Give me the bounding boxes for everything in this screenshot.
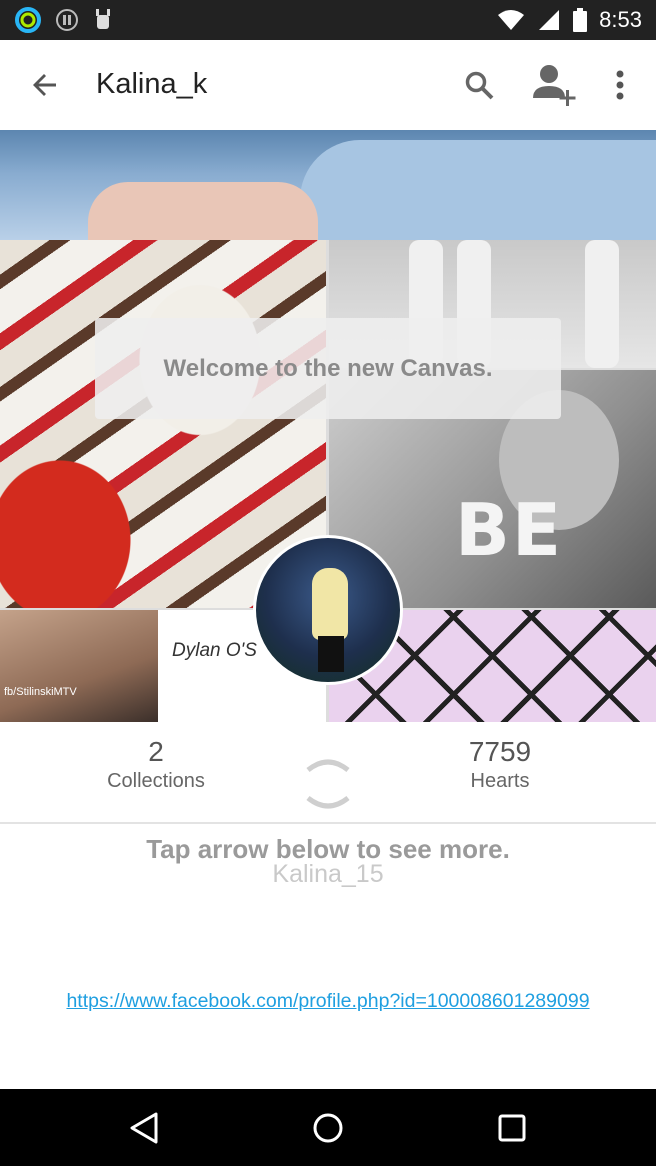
nav-recents-icon	[498, 1114, 526, 1142]
hearts-count: 7759	[468, 736, 532, 767]
avatar-figure	[312, 568, 348, 640]
status-icons-right: 8:53	[497, 0, 642, 40]
welcome-text: Welcome to the new Canvas.	[163, 354, 493, 382]
battery-icon	[573, 8, 588, 32]
nav-back-button[interactable]	[119, 1103, 169, 1153]
expand-toggle-button[interactable]	[302, 756, 354, 812]
avatar[interactable]	[253, 535, 403, 685]
more-options-button[interactable]	[600, 62, 640, 108]
navigation-bar	[0, 1089, 656, 1166]
pause-circle-icon	[56, 9, 78, 31]
dylan-portrait	[0, 610, 158, 722]
nav-home-icon	[313, 1113, 343, 1143]
back-arrow-icon	[33, 74, 56, 96]
expand-chevron-icon	[306, 759, 350, 809]
dylan-tag: fb/StilinskiMTV	[4, 686, 77, 698]
hand-shape	[88, 182, 318, 240]
divider	[0, 822, 656, 824]
search-icon	[465, 71, 494, 100]
dylan-caption: Dylan O'S	[172, 640, 257, 661]
be-text: BE	[455, 488, 564, 572]
ring-app-icon	[15, 7, 41, 33]
collections-label: Collections	[107, 770, 205, 792]
collections-stat[interactable]: 2 Collections	[56, 736, 256, 793]
nav-back-icon	[130, 1112, 158, 1144]
kinder-chocolate-photo[interactable]	[0, 240, 326, 608]
signal-icon	[539, 10, 560, 30]
collections-count: 2	[148, 736, 164, 767]
add-person-icon	[533, 65, 576, 106]
leg-shape	[585, 240, 619, 368]
profile-link[interactable]: https://www.facebook.com/profile.php?id=…	[0, 990, 656, 1013]
status-time: 8:53	[599, 7, 642, 32]
avatar-legs	[318, 636, 344, 672]
welcome-banner: Welcome to the new Canvas.	[95, 318, 561, 419]
wifi-icon	[498, 10, 525, 30]
status-bar: 8:53	[0, 0, 656, 40]
hearts-label: Hearts	[470, 770, 530, 792]
more-vert-icon	[616, 70, 624, 100]
arm-photo[interactable]	[0, 130, 656, 240]
app-bar: Kalina_k	[0, 40, 656, 130]
page-title: Kalina_k	[96, 68, 208, 100]
sleeve-shape	[300, 140, 656, 240]
back-button[interactable]	[22, 62, 68, 108]
nav-home-button[interactable]	[303, 1103, 353, 1153]
nav-recents-button[interactable]	[487, 1103, 537, 1153]
android-debug-icon	[96, 9, 110, 29]
profile-stats: 2 Collections 7759 Hearts	[0, 722, 656, 822]
search-button[interactable]	[456, 62, 502, 108]
follow-user-button[interactable]	[528, 60, 580, 110]
status-icons-left	[14, 6, 114, 34]
hearts-stat[interactable]: 7759 Hearts	[400, 736, 600, 793]
hint-text: Tap arrow below to see more.	[146, 834, 510, 864]
